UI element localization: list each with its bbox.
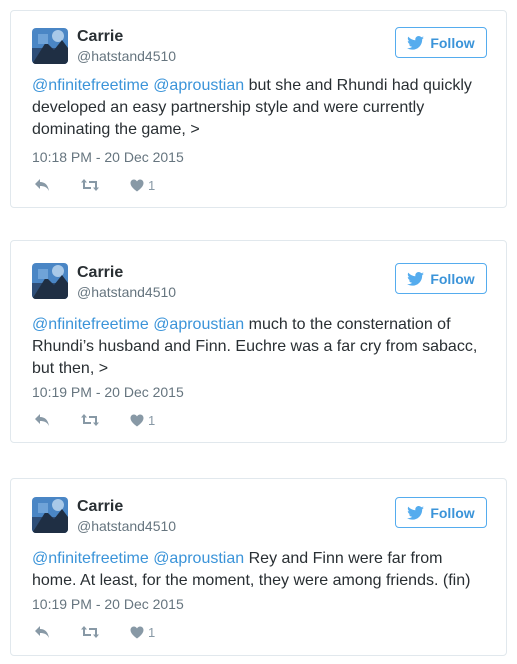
reply-icon	[35, 179, 49, 191]
avatar[interactable]	[32, 28, 68, 64]
mention-link[interactable]: @nfinitefreetime	[32, 550, 149, 567]
like-button[interactable]: 1	[130, 413, 155, 428]
tweet-card: Carrie @hatstand4510 Follow @nfinitefree…	[10, 240, 507, 443]
mention-link[interactable]: @aproustian	[153, 550, 244, 567]
twitter-bird-icon	[407, 271, 425, 286]
tweet-text: @nfinitefreetime @aproustian but she and…	[32, 75, 486, 141]
user-handle[interactable]: @hatstand4510	[77, 284, 176, 300]
follow-button[interactable]: Follow	[395, 27, 487, 58]
heart-icon	[130, 179, 144, 191]
user-name[interactable]: Carrie	[77, 264, 123, 282]
tweet-card: Carrie @hatstand4510 Follow @nfinitefree…	[10, 478, 507, 656]
tweet-actions: 1	[34, 623, 185, 641]
tweet-card: Carrie @hatstand4510 Follow @nfinitefree…	[10, 10, 507, 208]
reply-button[interactable]	[34, 625, 50, 639]
follow-button[interactable]: Follow	[395, 263, 487, 294]
tweet-actions: 1	[34, 176, 185, 194]
avatar[interactable]	[32, 263, 68, 299]
heart-icon	[130, 626, 144, 638]
like-button[interactable]: 1	[130, 178, 155, 193]
retweet-icon	[81, 626, 99, 638]
follow-button[interactable]: Follow	[395, 497, 487, 528]
like-count: 1	[148, 412, 156, 428]
mention-link[interactable]: @aproustian	[153, 316, 244, 333]
reply-icon	[35, 626, 49, 638]
reply-icon	[35, 414, 49, 426]
user-name[interactable]: Carrie	[77, 498, 123, 516]
retweet-icon	[81, 414, 99, 426]
tweet-text: @nfinitefreetime @aproustian much to the…	[32, 314, 486, 380]
avatar[interactable]	[32, 497, 68, 533]
reply-button[interactable]	[34, 413, 50, 427]
reply-button[interactable]	[34, 178, 50, 192]
like-count: 1	[148, 624, 156, 640]
twitter-bird-icon	[407, 505, 425, 520]
like-count: 1	[148, 177, 156, 193]
follow-label: Follow	[430, 34, 475, 51]
retweet-button[interactable]	[80, 178, 100, 192]
like-button[interactable]: 1	[130, 625, 155, 640]
heart-icon	[130, 414, 144, 426]
tweet-timestamp[interactable]: 10:19 PM - 20 Dec 2015	[32, 596, 184, 612]
follow-label: Follow	[430, 504, 475, 521]
retweet-button[interactable]	[80, 625, 100, 639]
tweet-text: @nfinitefreetime @aproustian Rey and Fin…	[32, 548, 486, 592]
twitter-bird-icon	[407, 35, 425, 50]
user-name[interactable]: Carrie	[77, 28, 123, 46]
tweet-timestamp[interactable]: 10:19 PM - 20 Dec 2015	[32, 384, 184, 400]
tweet-timestamp[interactable]: 10:18 PM - 20 Dec 2015	[32, 149, 184, 165]
tweet-actions: 1	[34, 411, 185, 429]
retweet-button[interactable]	[80, 413, 100, 427]
mention-link[interactable]: @nfinitefreetime	[32, 316, 149, 333]
user-handle[interactable]: @hatstand4510	[77, 48, 176, 64]
mention-link[interactable]: @nfinitefreetime	[32, 77, 149, 94]
mention-link[interactable]: @aproustian	[153, 77, 244, 94]
follow-label: Follow	[430, 270, 475, 287]
retweet-icon	[81, 179, 99, 191]
user-handle[interactable]: @hatstand4510	[77, 518, 176, 534]
